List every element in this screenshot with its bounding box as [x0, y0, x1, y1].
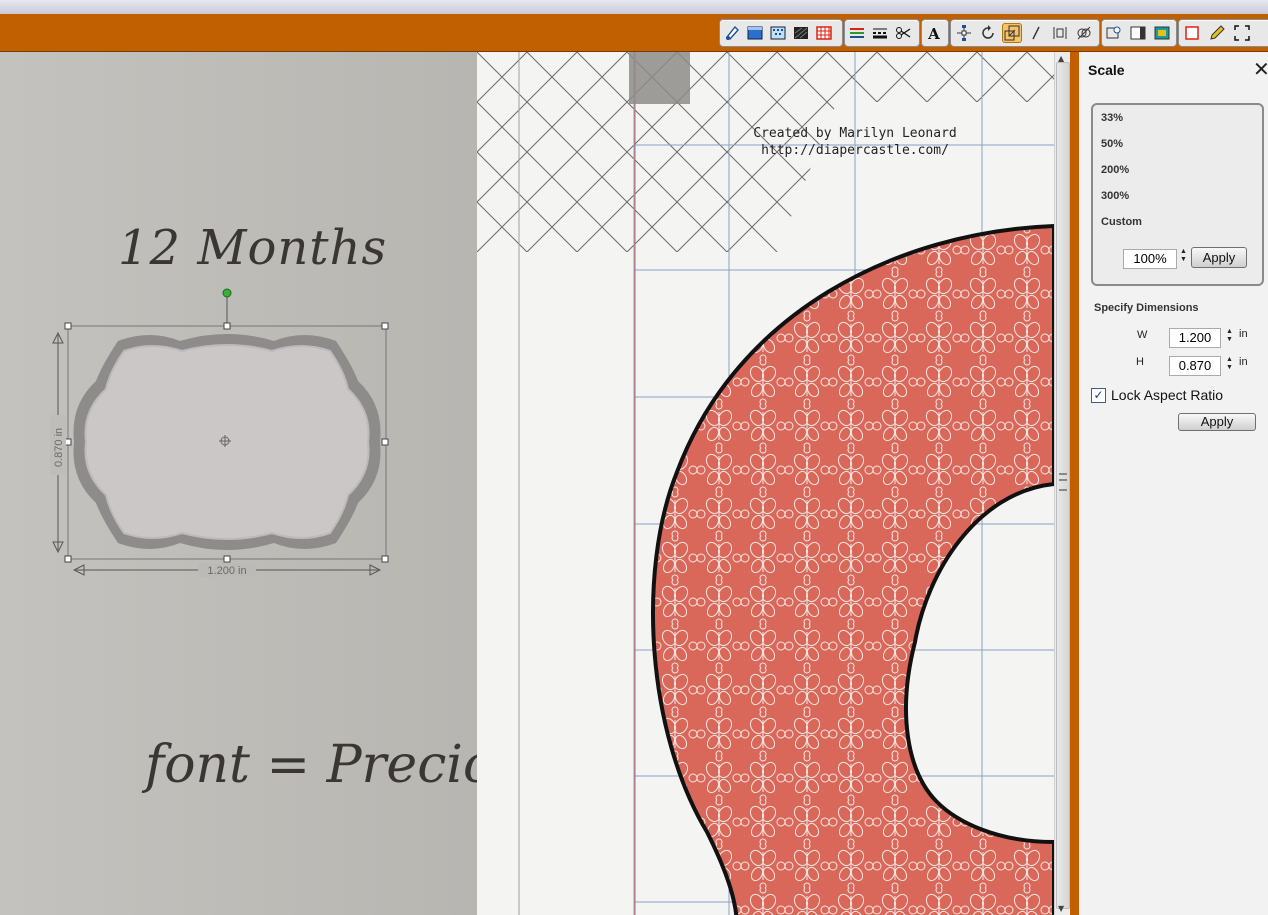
scale-presets-list: 33% 50% 200% 300% Custom 100% ▲ ▼ Apply [1091, 103, 1264, 286]
lock-aspect-checkbox[interactable]: ✓ [1091, 388, 1106, 403]
preset-50[interactable]: 50% [1101, 138, 1123, 150]
panel-icon[interactable] [1129, 24, 1147, 42]
node-edit-icon[interactable] [955, 24, 973, 42]
line-style-icon[interactable] [871, 24, 889, 42]
height-field[interactable]: 0.870 [1169, 356, 1221, 376]
grip-icon [1059, 473, 1067, 491]
width-dimension-label: 1.200 in [207, 565, 246, 577]
width-field[interactable]: 1.200 [1169, 328, 1221, 348]
pattern-icon[interactable] [769, 24, 787, 42]
toolbar-group-misc [1178, 19, 1268, 47]
window-top-strip [0, 0, 1268, 14]
scrollbar-thumb[interactable] [1056, 62, 1070, 909]
width-stepper[interactable]: ▲ ▼ [1226, 328, 1233, 344]
toolbar-group-transform [950, 19, 1100, 47]
rotation-handle[interactable] [222, 288, 232, 298]
lock-aspect-label: Lock Aspect Ratio [1111, 387, 1224, 403]
scale-panel: Scale ✕ 33% 50% 200% 300% Custom 100% ▲ ▼… [1079, 52, 1268, 915]
apply-dimensions-button[interactable]: Apply [1178, 413, 1256, 431]
grid-icon[interactable] [815, 24, 833, 42]
rotate-icon[interactable] [979, 24, 997, 42]
width-label: W [1137, 329, 1148, 341]
custom-scale-input[interactable]: 100% [1123, 249, 1177, 269]
align-icon[interactable] [1051, 24, 1069, 42]
preset-300[interactable]: 300% [1101, 190, 1129, 202]
label-frame-inner [84, 344, 370, 540]
preset-200[interactable]: 200% [1101, 164, 1129, 176]
preset-custom[interactable]: Custom [1101, 216, 1142, 228]
panel-divider [1070, 52, 1079, 915]
weld-icon[interactable] [1075, 24, 1093, 42]
toolbar-group-fill [719, 19, 843, 47]
color-icon[interactable] [1153, 24, 1171, 42]
panel-title: Scale [1088, 62, 1125, 78]
svg-text:A: A [927, 25, 940, 42]
height-unit: in [1239, 356, 1248, 368]
dimensions-heading: Specify Dimensions [1094, 302, 1199, 314]
height-label: H [1136, 356, 1144, 368]
view-icon[interactable] [1105, 24, 1123, 42]
preset-33[interactable]: 33% [1101, 112, 1123, 124]
line-color-icon[interactable] [848, 24, 866, 42]
scissors-icon[interactable] [894, 24, 912, 42]
height-dimension-label: 0.870 in [53, 428, 65, 467]
apply-scale-button[interactable]: Apply [1191, 247, 1247, 268]
scale-icon[interactable] [1002, 23, 1022, 43]
toolbar-group-text: A [921, 19, 949, 47]
text-icon[interactable]: A [925, 24, 943, 42]
toolbar-group-view [1101, 19, 1177, 47]
shape-tool-icon[interactable] [723, 24, 741, 42]
custom-scale-stepper[interactable]: ▲ ▼ [1180, 248, 1187, 264]
frame-icon[interactable] [1183, 24, 1201, 42]
main-toolbar: A [0, 14, 1268, 52]
slant-icon[interactable] [1027, 24, 1045, 42]
close-icon[interactable]: ✕ [1253, 57, 1268, 82]
title-text-12-months[interactable]: 12 Months [118, 220, 387, 276]
fullscreen-icon[interactable] [1233, 24, 1251, 42]
scroll-down-icon[interactable]: ▼ [1058, 904, 1064, 913]
width-unit: in [1239, 328, 1248, 340]
texture-icon[interactable] [792, 24, 810, 42]
selected-label-shape[interactable]: 0.870 in 1.200 in [40, 285, 400, 585]
toolbar-group-line [844, 19, 920, 47]
vertical-scrollbar[interactable]: ▲ ▼ [1054, 52, 1070, 915]
fill-icon[interactable] [746, 24, 764, 42]
pencil-icon[interactable] [1208, 24, 1226, 42]
height-stepper[interactable]: ▲ ▼ [1226, 356, 1233, 372]
ring-shape[interactable] [477, 52, 1054, 915]
